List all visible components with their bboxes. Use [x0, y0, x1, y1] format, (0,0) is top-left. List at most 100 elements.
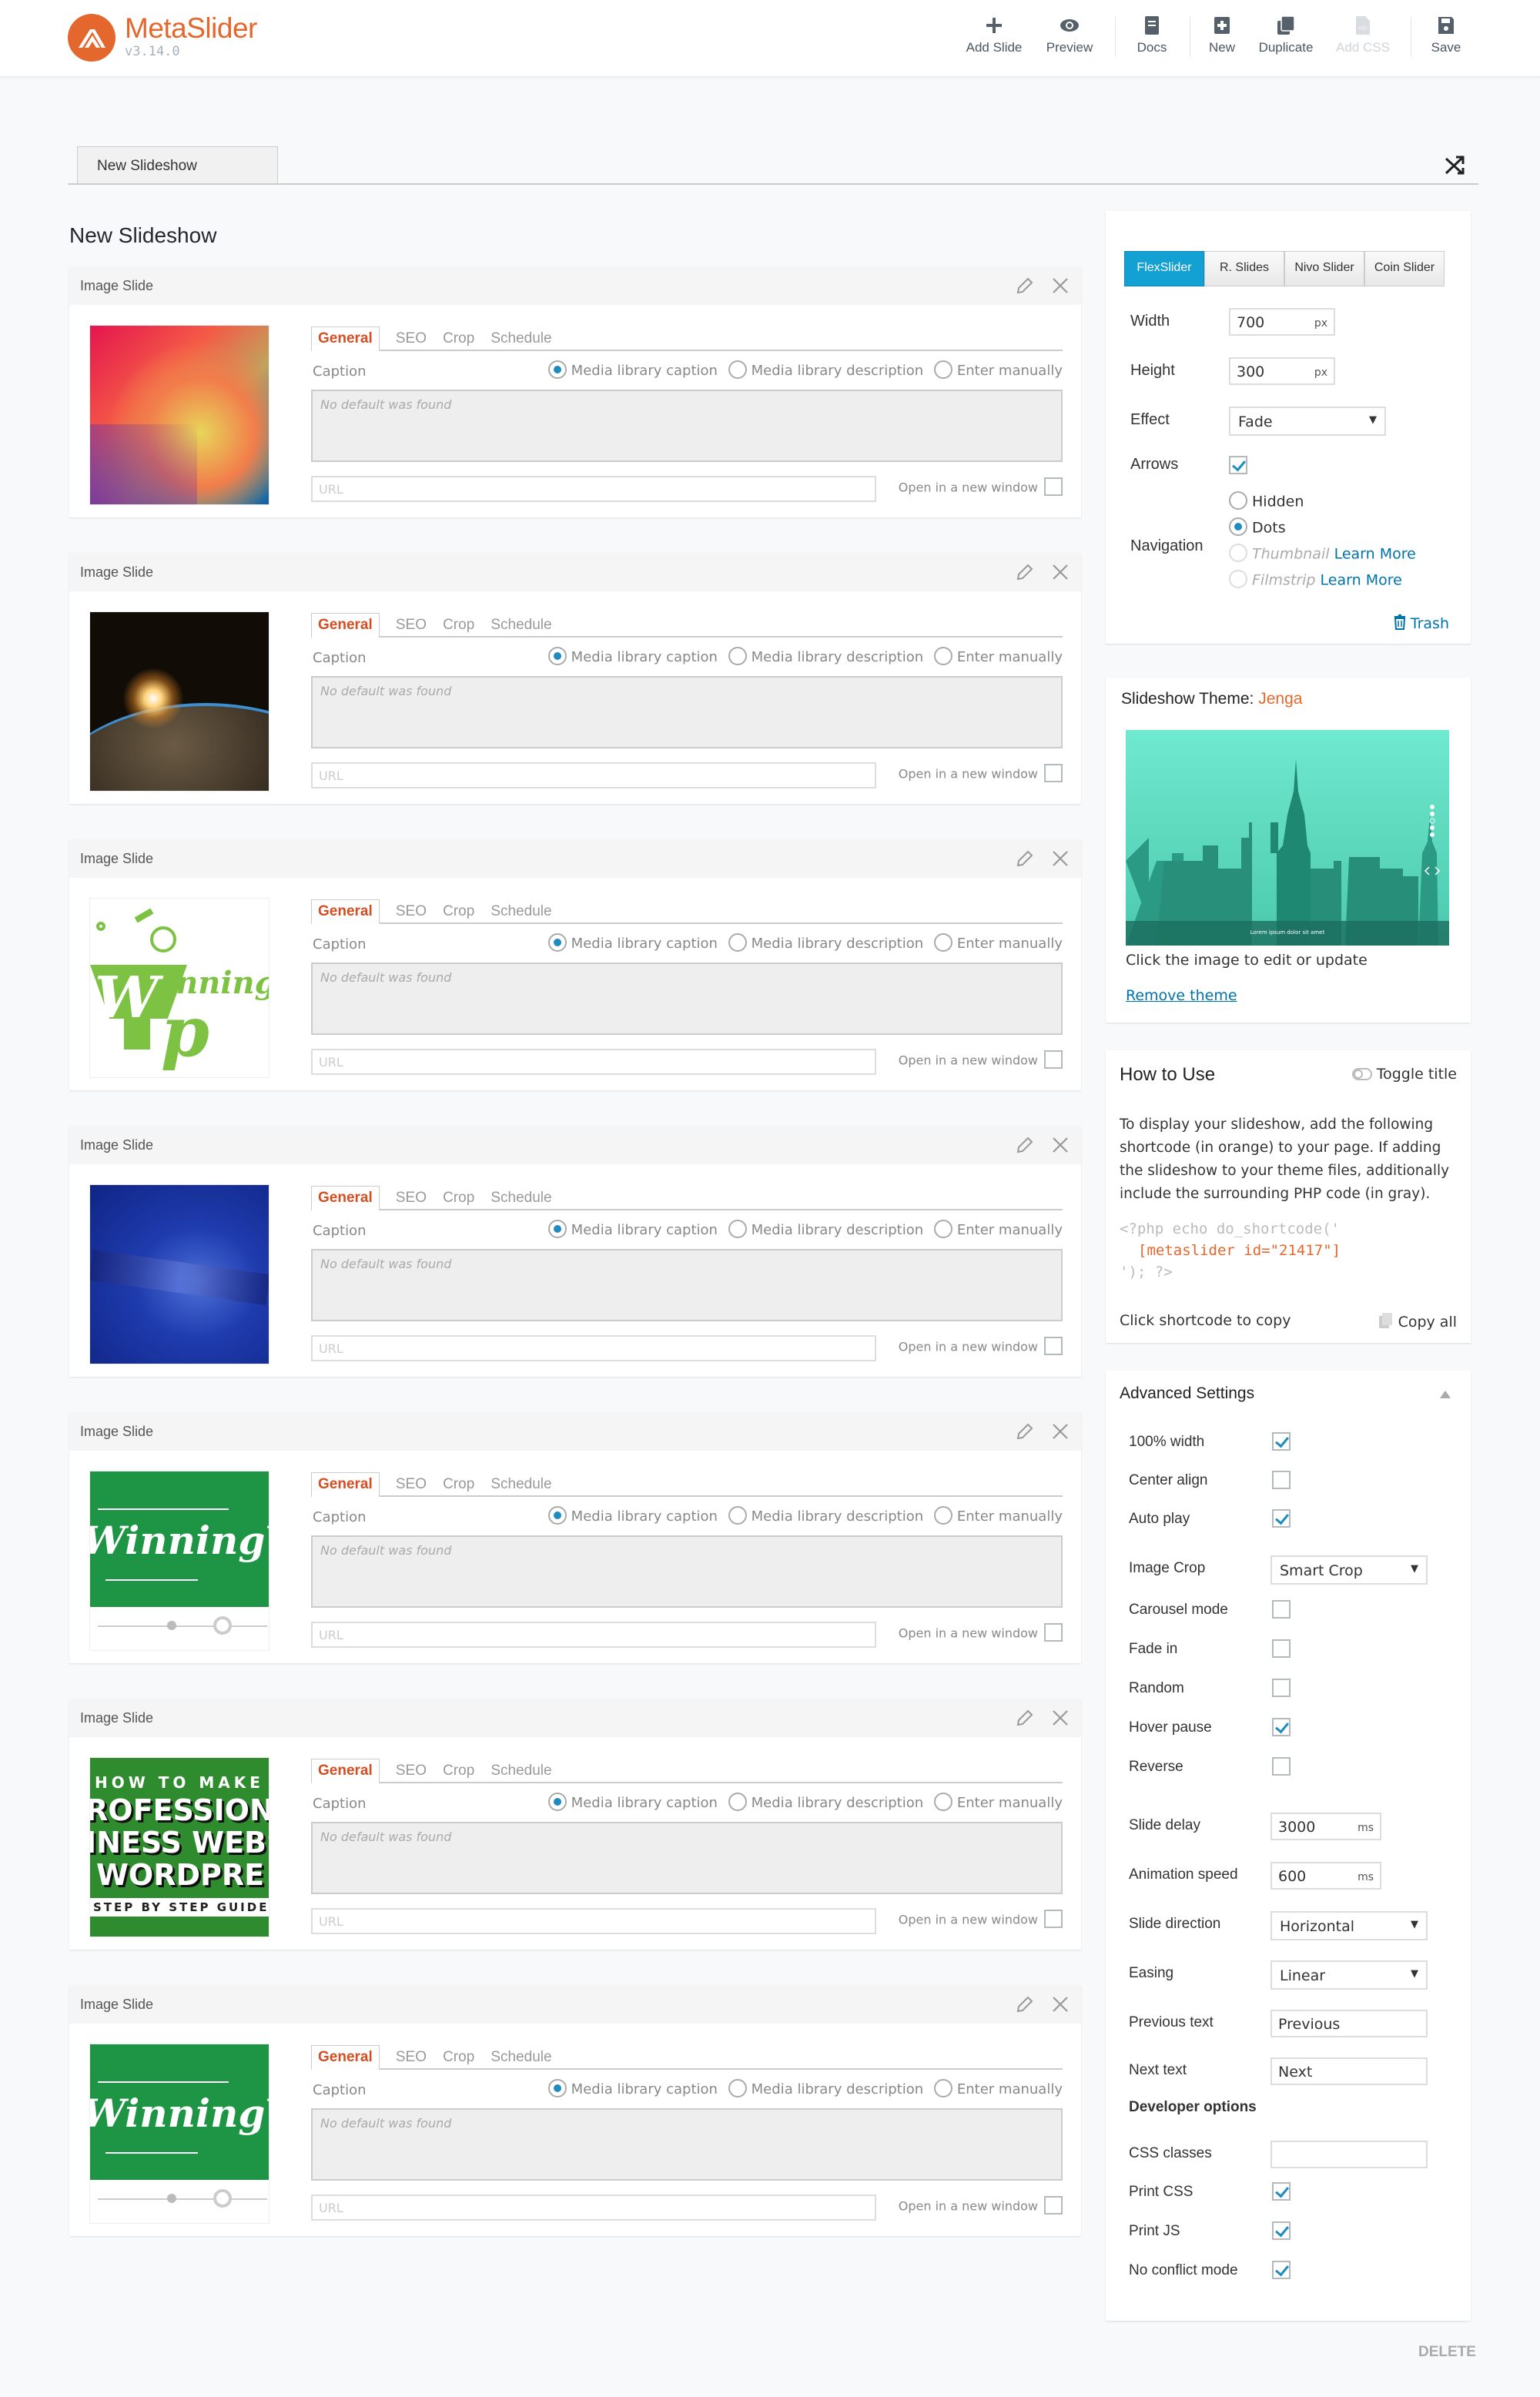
caption-textarea[interactable]: No default was found	[311, 2108, 1063, 2181]
tab-new-slideshow[interactable]: New Slideshow	[77, 146, 278, 184]
hover-pause-checkbox[interactable]	[1272, 1718, 1291, 1736]
caption-textarea[interactable]: No default was found	[311, 1535, 1063, 1608]
tab-seo[interactable]: SEO	[396, 327, 427, 347]
theme-preview-image[interactable]: Lorem ipsum dolor sit amet	[1126, 730, 1449, 946]
slider-type-flexslider[interactable]: FlexSlider	[1124, 251, 1204, 286]
tab-seo[interactable]: SEO	[396, 900, 427, 920]
height-input[interactable]: 300 px	[1229, 357, 1335, 385]
close-icon[interactable]	[1050, 1421, 1070, 1441]
url-input[interactable]: URL	[311, 762, 876, 788]
docs-button[interactable]: Docs	[1133, 15, 1170, 55]
easing-select[interactable]: Linear ▼	[1270, 1960, 1428, 1990]
caption-textarea[interactable]: No default was found	[311, 390, 1063, 462]
radio-enter-manually[interactable]	[933, 2079, 952, 2097]
tab-general[interactable]: General	[311, 326, 380, 352]
tab-general[interactable]: General	[311, 899, 380, 925]
css-classes-input[interactable]	[1270, 2141, 1428, 2168]
width-input[interactable]: 700 px	[1229, 308, 1335, 336]
tab-general[interactable]: General	[311, 2045, 380, 2071]
url-input[interactable]: URL	[311, 1335, 876, 1361]
pencil-icon[interactable]	[1015, 849, 1035, 869]
new-window-checkbox[interactable]	[1044, 1337, 1063, 1355]
close-icon[interactable]	[1050, 276, 1070, 296]
tab-schedule[interactable]: Schedule	[490, 1759, 551, 1779]
pencil-icon[interactable]	[1015, 1994, 1035, 2014]
caption-textarea[interactable]: No default was found	[311, 1249, 1063, 1321]
tab-crop[interactable]: Crop	[443, 1187, 474, 1207]
duplicate-button[interactable]: Duplicate	[1254, 15, 1318, 55]
collapse-arrow-icon[interactable]	[1440, 1391, 1451, 1398]
100-width-checkbox[interactable]	[1272, 1432, 1291, 1451]
tab-seo[interactable]: SEO	[396, 614, 427, 634]
caption-textarea[interactable]: No default was found	[311, 1822, 1063, 1894]
new-window-checkbox[interactable]	[1044, 1050, 1063, 1069]
radio-media-library-caption[interactable]	[547, 1793, 567, 1811]
new-button[interactable]: New	[1206, 15, 1238, 55]
radio-media-library-description[interactable]	[728, 647, 747, 665]
tab-seo[interactable]: SEO	[396, 1473, 427, 1493]
pencil-icon[interactable]	[1015, 276, 1035, 296]
add-css-button[interactable]: </> Add CSS	[1334, 15, 1392, 55]
center-align-checkbox[interactable]	[1272, 1471, 1291, 1489]
close-icon[interactable]	[1050, 1135, 1070, 1155]
radio-enter-manually[interactable]	[933, 1220, 952, 1238]
tab-seo[interactable]: SEO	[396, 1187, 427, 1207]
tab-schedule[interactable]: Schedule	[490, 614, 551, 634]
radio-enter-manually[interactable]	[933, 1793, 952, 1811]
print-js-checkbox[interactable]	[1272, 2221, 1291, 2240]
tab-seo[interactable]: SEO	[396, 1759, 427, 1779]
radio-media-library-caption[interactable]	[547, 360, 567, 379]
url-input[interactable]: URL	[311, 1622, 876, 1648]
radio-media-library-description[interactable]	[728, 1793, 747, 1811]
auto-play-checkbox[interactable]	[1272, 1509, 1291, 1528]
new-window-checkbox[interactable]	[1044, 477, 1063, 496]
tab-general[interactable]: General	[311, 1186, 380, 1211]
save-button[interactable]: Save	[1429, 15, 1463, 55]
slide-delay-input[interactable]: 3000 ms	[1270, 1813, 1381, 1840]
remove-theme-link[interactable]: Remove theme	[1126, 987, 1237, 1004]
slider-type-rslides[interactable]: R. Slides	[1204, 251, 1284, 286]
nav-option-filmstrip[interactable]: Filmstrip Learn More	[1229, 570, 1402, 590]
pencil-icon[interactable]	[1015, 562, 1035, 582]
pencil-icon[interactable]	[1015, 1708, 1035, 1728]
tab-crop[interactable]: Crop	[443, 1473, 474, 1493]
learn-more-link[interactable]: Learn More	[1334, 546, 1416, 563]
tab-schedule[interactable]: Schedule	[490, 1187, 551, 1207]
reverse-checkbox[interactable]	[1272, 1757, 1291, 1776]
radio-enter-manually[interactable]	[933, 360, 952, 379]
tab-general[interactable]: General	[311, 1472, 380, 1498]
random-checkbox[interactable]	[1272, 1679, 1291, 1697]
tab-crop[interactable]: Crop	[443, 2046, 474, 2066]
shortcode-block[interactable]: <?php echo do_shortcode(' [metaslider id=…	[1120, 1218, 1341, 1283]
radio-media-library-description[interactable]	[728, 1220, 747, 1238]
slide-thumbnail-starry-sky[interactable]	[89, 1184, 270, 1364]
slider-type-nivo[interactable]: Nivo Slider	[1284, 251, 1364, 286]
slide-direction-select[interactable]: Horizontal ▼	[1270, 1911, 1428, 1940]
nav-option-dots[interactable]: Dots	[1229, 517, 1286, 537]
effect-select[interactable]: Fade ▼	[1229, 407, 1386, 436]
add-slide-button[interactable]: Add Slide	[962, 15, 1026, 55]
slide-thumbnail-winning-wp-logo[interactable]: Winning p	[89, 898, 270, 1078]
tab-crop[interactable]: Crop	[443, 614, 474, 634]
learn-more-link[interactable]: Learn More	[1321, 572, 1402, 589]
fade-in-checkbox[interactable]	[1272, 1639, 1291, 1658]
toggle-title-button[interactable]: Toggle title	[1351, 1066, 1457, 1083]
trash-button[interactable]: Trash	[1394, 614, 1449, 632]
url-input[interactable]: URL	[311, 1049, 876, 1075]
preview-button[interactable]: Preview	[1043, 15, 1096, 55]
tab-general[interactable]: General	[311, 1759, 380, 1784]
delete-button[interactable]: DELETE	[1418, 2344, 1476, 2361]
radio-media-library-caption[interactable]	[547, 2079, 567, 2097]
nav-option-thumbnail[interactable]: Thumbnail Learn More	[1229, 544, 1416, 564]
arrows-checkbox[interactable]	[1229, 456, 1247, 474]
shortcode-text[interactable]: [metaslider id="21417"]	[1120, 1240, 1341, 1261]
close-icon[interactable]	[1050, 1708, 1070, 1728]
slide-thumbnail-earth-sunrise[interactable]	[89, 611, 270, 792]
pencil-icon[interactable]	[1015, 1421, 1035, 1441]
previous-text-input[interactable]: Previous	[1270, 2010, 1428, 2037]
radio-media-library-description[interactable]	[728, 933, 747, 952]
radio-media-library-caption[interactable]	[547, 933, 567, 952]
radio-enter-manually[interactable]	[933, 1506, 952, 1525]
tab-general[interactable]: General	[311, 613, 380, 638]
new-window-checkbox[interactable]	[1044, 764, 1063, 782]
